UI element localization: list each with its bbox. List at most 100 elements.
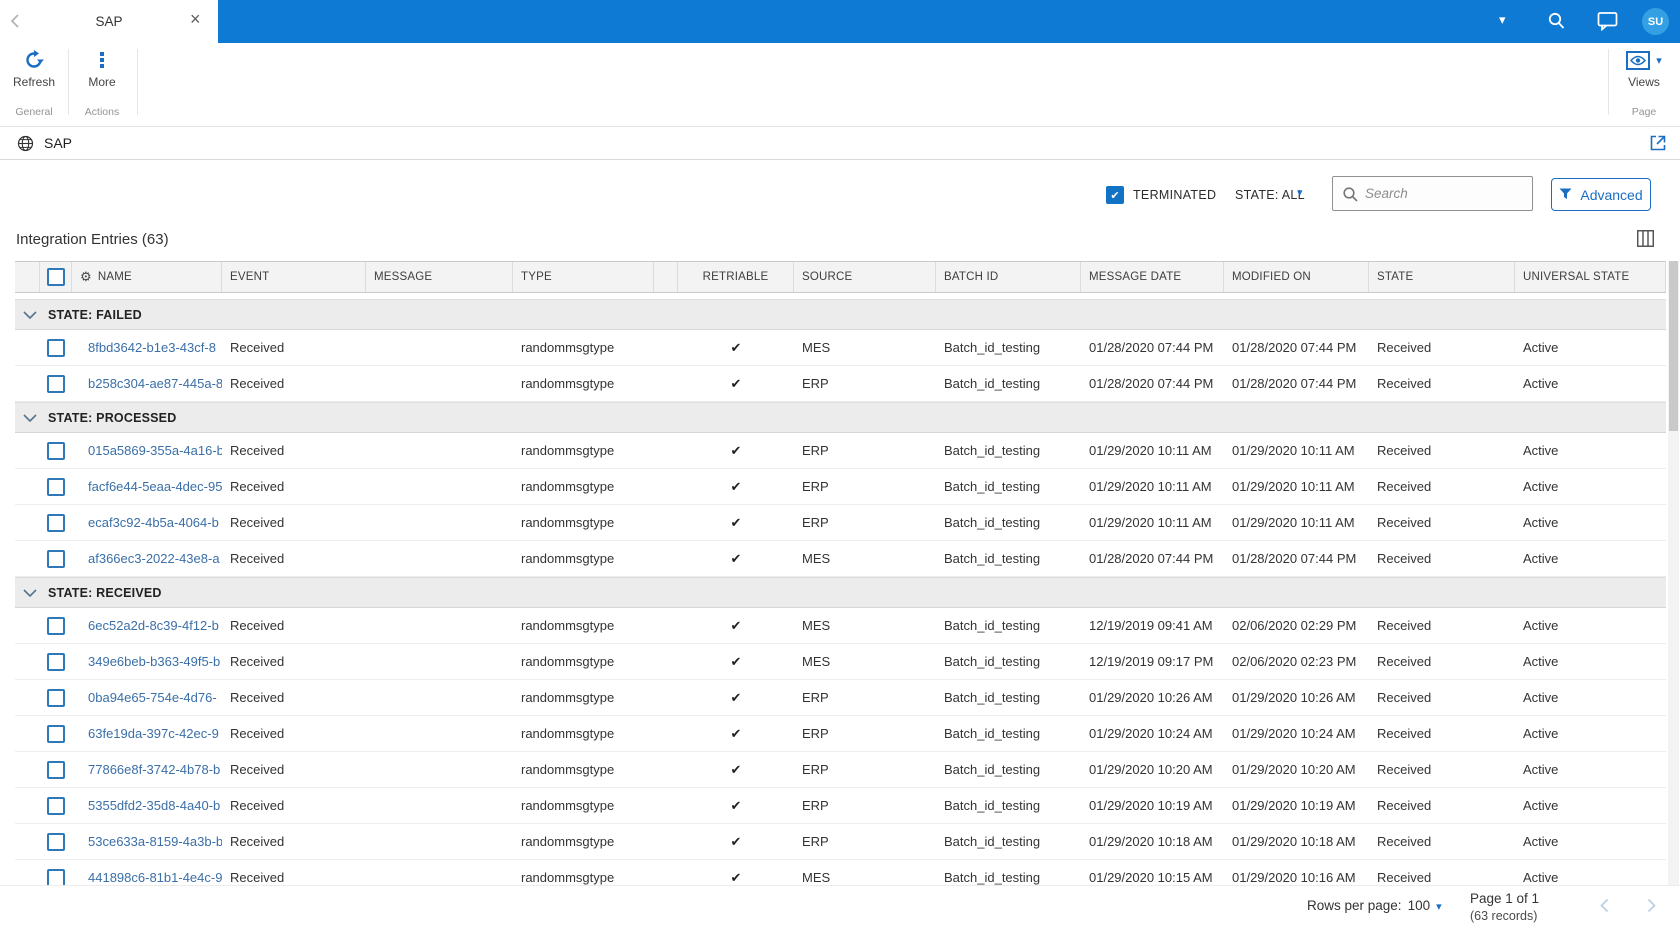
table-row[interactable]: facf6e44-5eaa-4dec-95 Received randommsgty… (15, 469, 1666, 505)
next-page-icon[interactable] (1645, 897, 1658, 919)
entry-name-link[interactable]: b258c304-ae87-445a-8 (88, 376, 222, 391)
row-checkbox[interactable] (47, 513, 65, 532)
table-row[interactable]: 63fe19da-397c-42ec-9 Received randommsgtyp… (15, 716, 1666, 752)
modified-on-cell: 01/28/2020 07:44 PM (1232, 376, 1357, 391)
message-date-cell: 01/29/2020 10:11 AM (1089, 515, 1212, 530)
advanced-filter-button[interactable]: Advanced (1551, 178, 1651, 211)
row-checkbox[interactable] (47, 441, 65, 460)
table-row[interactable]: 015a5869-355a-4a16-b Received randommsgtyp… (15, 433, 1666, 469)
universal-state-cell: Active (1523, 479, 1559, 494)
table-row[interactable]: b258c304-ae87-445a-8 Received randommsgtyp… (15, 366, 1666, 402)
row-checkbox[interactable] (47, 796, 65, 815)
row-checkbox[interactable] (47, 724, 65, 743)
table-row[interactable]: 77866e8f-3742-4b78-b Received randommsgtyp… (15, 752, 1666, 788)
state-cell: Received (1377, 798, 1432, 813)
column-header-universal-state[interactable]: UNIVERSAL STATE (1515, 262, 1666, 292)
table-row[interactable]: 349e6beb-b363-49f5-b Received randommsgtyp… (15, 644, 1666, 680)
column-header-batch-id[interactable]: BATCH ID (936, 262, 1081, 292)
entry-name-link[interactable]: 53ce633a-8159-4a3b-b (88, 834, 222, 849)
event-cell: Received (230, 870, 285, 885)
row-checkbox[interactable] (47, 477, 65, 496)
row-checkbox[interactable] (47, 868, 65, 885)
entry-name-link[interactable]: 8fbd3642-b1e3-43cf-8 (88, 340, 216, 355)
column-header-event-label: EVENT (230, 271, 270, 283)
table-row[interactable]: ecaf3c92-4b5a-4064-b Received randommsgtyp… (15, 505, 1666, 541)
rows-per-page-caret-icon[interactable]: ▾ (1436, 901, 1442, 913)
row-checkbox[interactable] (47, 688, 65, 707)
table-row[interactable]: 5355dfd2-35d8-4a40-b Received randommsgtyp… (15, 788, 1666, 824)
event-cell: Received (230, 618, 285, 633)
entry-name-link[interactable]: 5355dfd2-35d8-4a40-b (88, 798, 220, 813)
search-input[interactable] (1365, 178, 1530, 209)
global-search-icon[interactable] (1546, 11, 1567, 37)
group-header-row[interactable]: STATE: FAILED (15, 299, 1666, 330)
column-header-state[interactable]: STATE (1369, 262, 1515, 292)
state-cell: Received (1377, 340, 1432, 355)
entry-name-link[interactable]: 015a5869-355a-4a16-b (88, 443, 222, 458)
check-icon: ✔ (730, 725, 742, 741)
table-row[interactable]: 6ec52a2d-8c39-4f12-b Received randommsgtyp… (15, 608, 1666, 644)
table-row[interactable]: 0ba94e65-754e-4d76- Received randommsgtype… (15, 680, 1666, 716)
row-checkbox[interactable] (47, 549, 65, 568)
feedback-chat-icon[interactable] (1597, 11, 1618, 36)
column-header-type[interactable]: TYPE (513, 262, 654, 292)
source-cell: MES (802, 551, 831, 566)
scrollbar-thumb[interactable] (1669, 261, 1678, 431)
group-header-row[interactable]: STATE: PROCESSED (15, 402, 1666, 433)
row-checkbox[interactable] (47, 832, 65, 851)
column-header-source[interactable]: SOURCE (794, 262, 936, 292)
column-header-modified-on-label: MODIFIED ON (1232, 271, 1311, 283)
row-checkbox[interactable] (47, 760, 65, 779)
row-checkbox[interactable] (47, 338, 65, 357)
column-header-message[interactable]: MESSAGE (366, 262, 513, 292)
entry-name-link[interactable]: 0ba94e65-754e-4d76- (88, 690, 217, 705)
column-header-modified-on[interactable]: MODIFIED ON (1224, 262, 1369, 292)
avatar[interactable]: SU (1642, 8, 1669, 35)
row-checkbox[interactable] (47, 374, 65, 393)
entry-name-link[interactable]: 63fe19da-397c-42ec-9 (88, 726, 219, 741)
previous-page-icon[interactable] (1598, 897, 1611, 919)
state-filter-dropdown[interactable]: STATE: ALL (1235, 188, 1305, 202)
row-checkbox[interactable] (47, 652, 65, 671)
entry-name-link[interactable]: ecaf3c92-4b5a-4064-b (88, 515, 219, 530)
entry-name-link[interactable]: 349e6beb-b363-49f5-b (88, 654, 220, 669)
state-filter-caret-icon[interactable]: ▾ (1297, 186, 1303, 199)
event-cell: Received (230, 726, 285, 741)
state-cell: Received (1377, 551, 1432, 566)
table-row[interactable]: 8fbd3642-b1e3-43cf-8 Received randommsgtyp… (15, 330, 1666, 366)
column-header-name[interactable]: ⚙ NAME (72, 262, 222, 292)
entry-name-link[interactable]: facf6e44-5eaa-4dec-95 (88, 479, 222, 494)
row-checkbox[interactable] (47, 616, 65, 635)
column-header-retriable[interactable]: RETRIABLE (678, 262, 794, 292)
more-button[interactable]: More (73, 47, 131, 89)
check-icon: ✔ (730, 833, 742, 849)
close-icon[interactable]: × (190, 9, 201, 30)
name-cell: 5355dfd2-35d8-4a40-b (72, 798, 222, 813)
app-menu-caret-icon[interactable]: ▾ (1499, 12, 1506, 28)
entry-name-link[interactable]: 441898c6-81b1-4e4c-9 (88, 870, 222, 885)
table-row[interactable]: 441898c6-81b1-4e4c-9 Received randommsgtyp… (15, 860, 1666, 885)
retriable-cell: ✔ (678, 340, 794, 356)
column-header-message-date[interactable]: MESSAGE DATE (1081, 262, 1224, 292)
event-cell: Received (230, 443, 285, 458)
refresh-button[interactable]: Refresh (5, 47, 63, 89)
rows-per-page-control[interactable]: Rows per page: 100 ▾ (1307, 898, 1442, 913)
browser-tab[interactable]: SAP × (0, 0, 218, 43)
terminated-checkbox[interactable] (1106, 186, 1124, 204)
column-chooser-icon[interactable] (1637, 230, 1654, 252)
entry-name-link[interactable]: 6ec52a2d-8c39-4f12-b (88, 618, 219, 633)
entry-name-link[interactable]: af366ec3-2022-43e8-a (88, 551, 220, 566)
views-button[interactable]: ▾ Views (1615, 47, 1673, 89)
rows-per-page-value[interactable]: 100 (1408, 898, 1431, 913)
header-gutter[interactable] (15, 262, 40, 292)
breadcrumb[interactable]: SAP (44, 127, 72, 160)
table-row[interactable]: af366ec3-2022-43e8-a Received randommsgtyp… (15, 541, 1666, 577)
table-row[interactable]: 53ce633a-8159-4a3b-b Received randommsgtyp… (15, 824, 1666, 860)
header-spacer[interactable] (654, 262, 678, 292)
vertical-scrollbar[interactable] (1668, 261, 1679, 885)
column-header-event[interactable]: EVENT (222, 262, 366, 292)
group-header-row[interactable]: STATE: RECEIVED (15, 577, 1666, 608)
popout-icon[interactable] (1650, 135, 1666, 156)
select-all-checkbox[interactable] (46, 268, 65, 286)
entry-name-link[interactable]: 77866e8f-3742-4b78-b (88, 762, 220, 777)
